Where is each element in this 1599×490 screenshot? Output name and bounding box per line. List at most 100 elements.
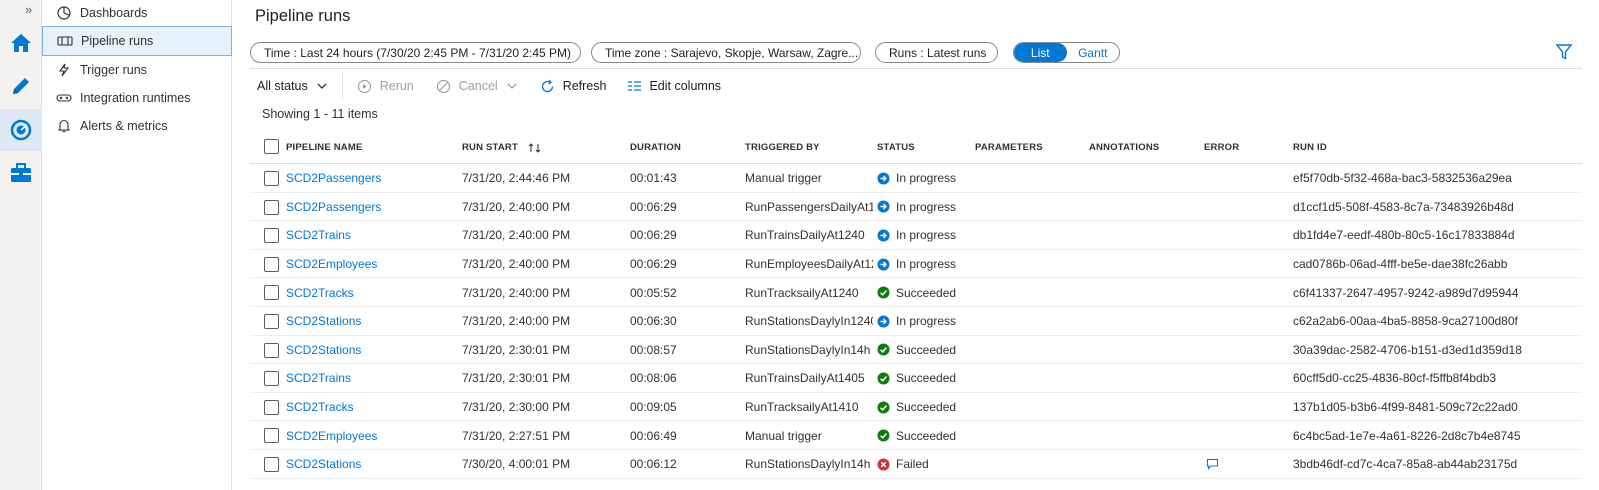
pipeline-name-link[interactable]: SCD2Employees: [286, 421, 456, 450]
status-cell: Succeeded: [877, 421, 972, 450]
annotations-cell: [1089, 364, 1199, 393]
table-row[interactable]: SCD2Employees 7/31/20, 2:27:51 PM 00:06:49…: [250, 421, 1582, 450]
pipeline-name-link[interactable]: SCD2Employees: [286, 250, 456, 279]
triggered-by-cell: RunStationsDaylyIn14h: [745, 342, 871, 357]
annotations-cell: [1089, 221, 1199, 250]
rerun-button[interactable]: Rerun: [357, 72, 414, 100]
status-cell: In progress: [877, 193, 972, 222]
annotations-cell: [1089, 307, 1199, 336]
rail-monitor-button[interactable]: [0, 109, 42, 151]
error-cell: [1204, 450, 1284, 479]
rail-author-button[interactable]: [0, 65, 42, 107]
pipeline-name-link[interactable]: SCD2Stations: [286, 336, 456, 365]
select-all-checkbox[interactable]: [264, 139, 279, 154]
status-cell: In progress: [877, 307, 972, 336]
annotations-cell: [1089, 450, 1199, 479]
row-checkbox[interactable]: [264, 171, 279, 186]
pipeline-runs-table: PIPELINE NAME RUN START DURATION TRIGGER…: [250, 131, 1582, 479]
message-icon[interactable]: [1206, 458, 1219, 471]
annotations-cell: [1089, 250, 1199, 279]
rerun-icon: [357, 78, 373, 94]
col-parameters[interactable]: PARAMETERS: [975, 131, 1085, 164]
row-checkbox[interactable]: [264, 371, 279, 387]
table-row[interactable]: SCD2Employees 7/31/20, 2:40:00 PM 00:06:29…: [250, 250, 1582, 279]
refresh-button[interactable]: Refresh: [540, 72, 606, 100]
table-row[interactable]: SCD2Trains 7/31/20, 2:30:01 PM 00:08:06 Run…: [250, 364, 1582, 393]
row-checkbox[interactable]: [264, 428, 279, 444]
view-gantt-button[interactable]: Gantt: [1067, 43, 1120, 62]
col-run-start[interactable]: RUN START: [462, 131, 622, 164]
nav-item-dashboards[interactable]: Dashboards: [42, 0, 232, 28]
col-triggered-by[interactable]: TRIGGERED BY: [745, 131, 873, 164]
nav-item-label: Alerts & metrics: [80, 119, 168, 133]
status-label: In progress: [896, 228, 957, 243]
table-body: SCD2Passengers 7/31/20, 2:44:46 PM 00:01:4…: [250, 164, 1582, 479]
pipeline-name-link[interactable]: SCD2Passengers: [286, 193, 456, 222]
duration-cell: 00:06:29: [630, 228, 677, 243]
all-status-label: All status: [257, 79, 308, 93]
pipeline-name-link[interactable]: SCD2Tracks: [286, 393, 456, 422]
run-start-cell: 7/30/20, 4:00:01 PM: [462, 457, 571, 472]
col-status[interactable]: STATUS: [877, 131, 972, 164]
nav-item-label: Integration runtimes: [80, 91, 191, 105]
pipeline-name-link[interactable]: SCD2Trains: [286, 364, 456, 393]
triggered-by-cell: Manual trigger: [745, 171, 822, 186]
error-cell: [1204, 164, 1284, 193]
col-run-id[interactable]: RUN ID: [1293, 131, 1582, 164]
row-checkbox[interactable]: [264, 342, 279, 358]
filter-funnel-icon[interactable]: [1555, 43, 1573, 61]
pipeline-name-link[interactable]: SCD2Tracks: [286, 278, 456, 307]
table-row[interactable]: SCD2Trains 7/31/20, 2:40:00 PM 00:06:29 Run…: [250, 221, 1582, 250]
all-status-dropdown[interactable]: All status: [250, 72, 328, 100]
row-checkbox[interactable]: [264, 399, 279, 415]
rail-manage-button[interactable]: [0, 152, 42, 194]
triggered-by-cell: RunTrainsDailyAt1240: [745, 228, 865, 243]
table-row[interactable]: SCD2Passengers 7/31/20, 2:44:46 PM 00:01:4…: [250, 164, 1582, 193]
parameters-cell: [975, 393, 1085, 422]
row-checkbox[interactable]: [264, 313, 279, 329]
expand-icon[interactable]: »: [25, 2, 32, 18]
row-checkbox[interactable]: [264, 285, 279, 301]
table-row[interactable]: SCD2Stations 7/31/20, 2:40:00 PM 00:06:30 R…: [250, 307, 1582, 336]
row-checkbox[interactable]: [264, 256, 279, 272]
pipeline-name-link[interactable]: SCD2Stations: [286, 450, 456, 479]
col-duration[interactable]: DURATION: [630, 131, 740, 164]
duration-cell: 00:08:57: [630, 342, 677, 357]
pipeline-name-link[interactable]: SCD2Trains: [286, 221, 456, 250]
run-id-cell: cad0786b-06ad-4fff-be5e-dae38fc26abb: [1293, 257, 1508, 272]
duration-cell: 00:06:29: [630, 199, 677, 214]
row-checkbox[interactable]: [264, 199, 279, 215]
table-row[interactable]: SCD2Stations 7/31/20, 2:30:01 PM 00:08:57 R…: [250, 336, 1582, 365]
rail-home-button[interactable]: [0, 22, 42, 64]
nav-item-trigger-runs[interactable]: Trigger runs: [42, 55, 232, 85]
cancel-button[interactable]: Cancel: [436, 72, 518, 100]
table-row[interactable]: SCD2Tracks 7/31/20, 2:40:00 PM 00:05:52 Run…: [250, 278, 1582, 307]
nav-item-alerts-metrics[interactable]: Alerts & metrics: [42, 111, 232, 141]
main-content: Pipeline runs Time : Last 24 hours (7/30…: [232, 0, 1599, 490]
runs-filter[interactable]: Runs : Latest runs: [875, 42, 998, 63]
pipeline-name-link[interactable]: SCD2Passengers: [286, 164, 456, 193]
timezone-filter[interactable]: Time zone : Sarajevo, Skopje, Warsaw, Za…: [591, 42, 861, 63]
rerun-label: Rerun: [379, 79, 414, 93]
run-id-cell: db1fd4e7-eedf-480b-80c5-16c17833884d: [1293, 228, 1515, 243]
view-list-button[interactable]: List: [1014, 43, 1067, 62]
pipeline-name-link[interactable]: SCD2Stations: [286, 307, 456, 336]
col-pipeline-name[interactable]: PIPELINE NAME: [286, 131, 456, 164]
row-checkbox[interactable]: [264, 228, 279, 244]
error-cell: [1204, 250, 1284, 279]
edit-columns-button[interactable]: Edit columns: [626, 72, 721, 100]
error-cell: [1204, 193, 1284, 222]
parameters-cell: [975, 421, 1085, 450]
lightning-icon: [56, 62, 72, 78]
row-checkbox[interactable]: [264, 456, 279, 472]
nav-item-pipeline-runs[interactable]: Pipeline runs: [42, 26, 232, 56]
run-id-cell: c6f41337-2647-4957-9242-a989d7d95944: [1293, 285, 1519, 300]
nav-item-integration-runtimes[interactable]: Integration runtimes: [42, 83, 232, 113]
table-row[interactable]: SCD2Stations 7/30/20, 4:00:01 PM 00:06:12 R…: [250, 450, 1582, 479]
page-title: Pipeline runs: [255, 7, 351, 25]
time-filter[interactable]: Time : Last 24 hours (7/30/20 2:45 PM - …: [250, 42, 581, 63]
col-error[interactable]: ERROR: [1204, 131, 1284, 164]
table-row[interactable]: SCD2Tracks 7/31/20, 2:30:00 PM 00:09:05 Run…: [250, 393, 1582, 422]
col-annotations[interactable]: ANNOTATIONS: [1089, 131, 1199, 164]
table-row[interactable]: SCD2Passengers 7/31/20, 2:40:00 PM 00:06:2…: [250, 193, 1582, 222]
